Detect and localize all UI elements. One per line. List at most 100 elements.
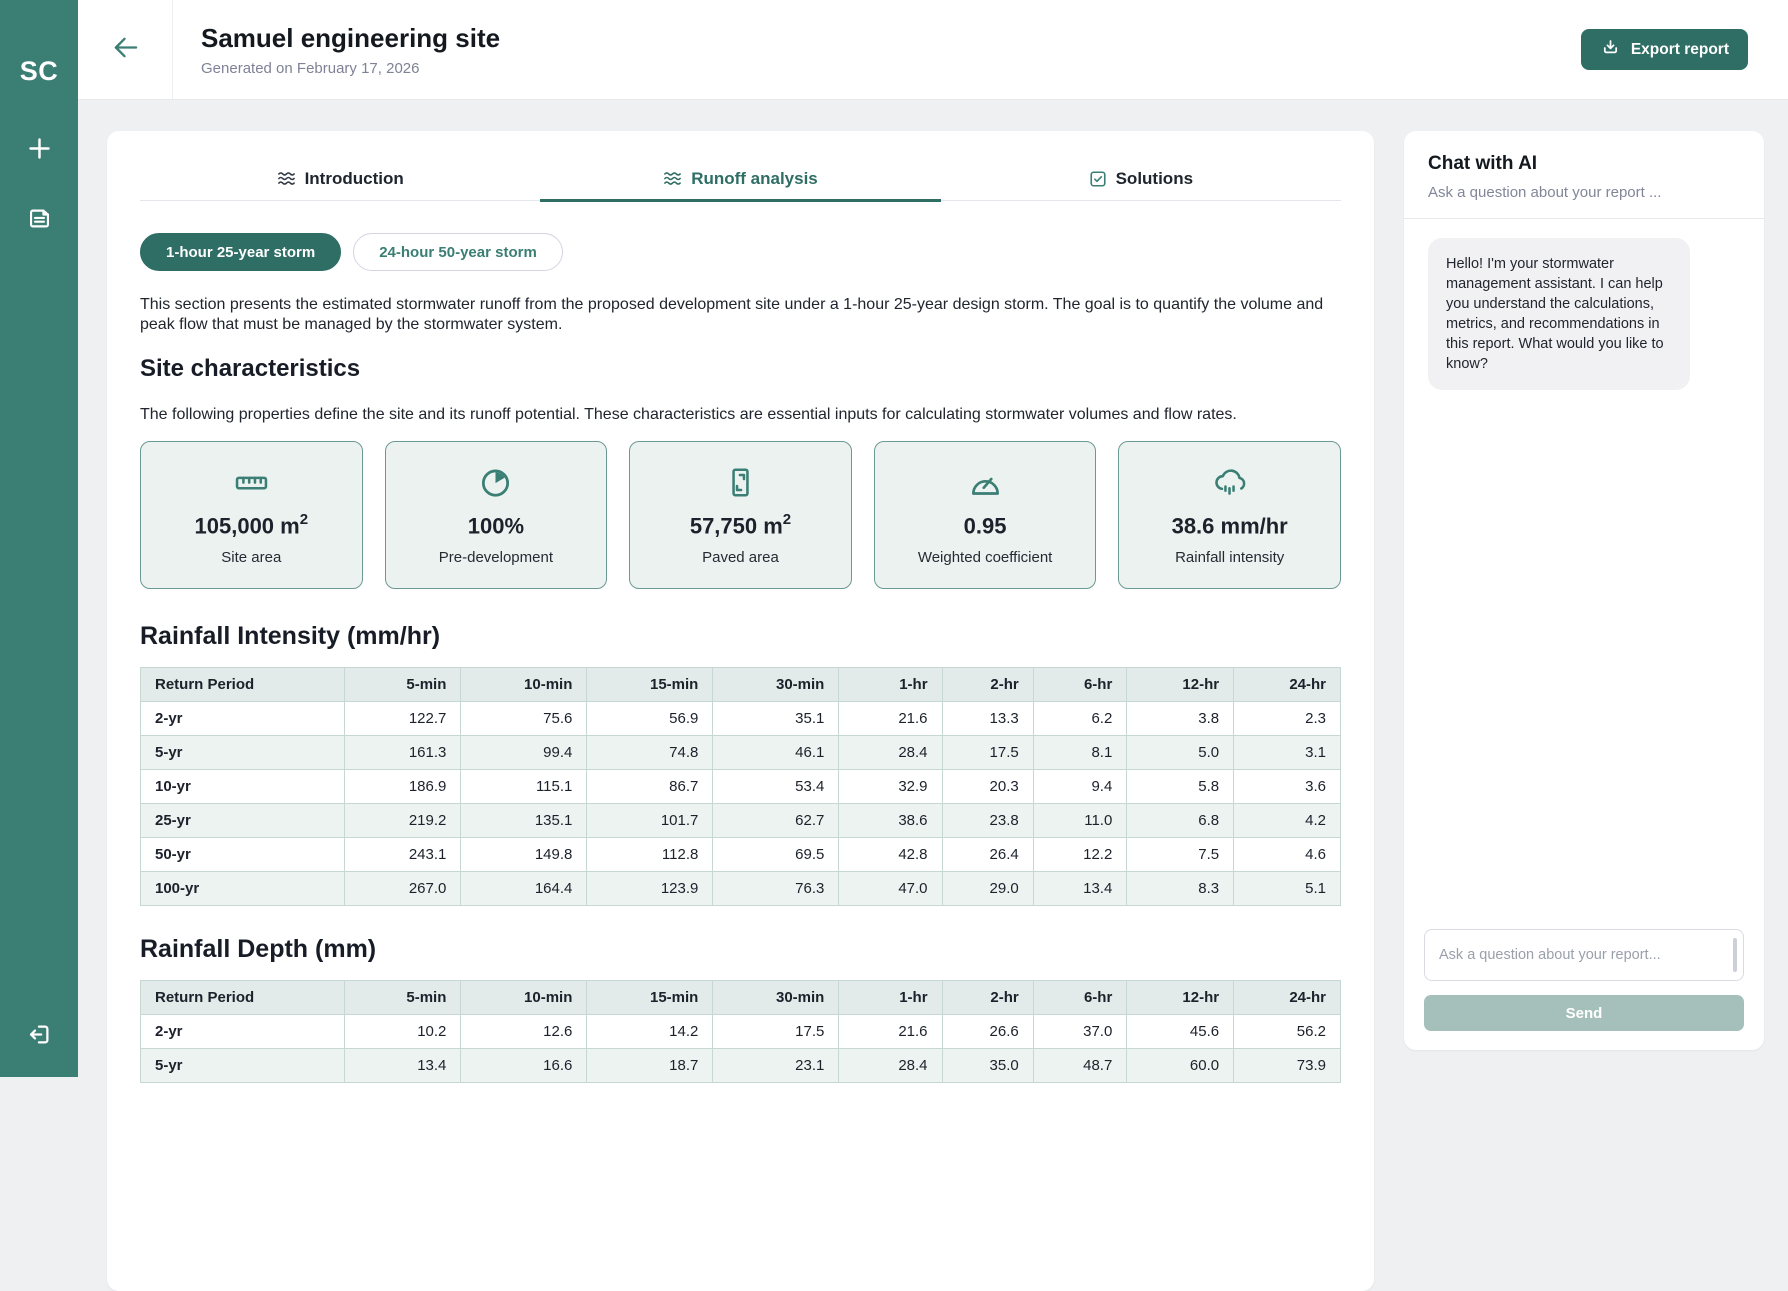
table-cell: 6.8	[1127, 804, 1234, 838]
table-cell: 23.1	[713, 1049, 839, 1083]
table-cell: 115.1	[461, 770, 587, 804]
table-cell: 5.0	[1127, 736, 1234, 770]
report-tabs: Introduction Runoff analysis Solutions	[140, 157, 1341, 201]
table-cell: 21.6	[839, 1015, 942, 1049]
metric-card-site-area: 105,000 m2 Site area	[140, 441, 363, 589]
table-cell: 219.2	[345, 804, 461, 838]
tab-solutions[interactable]: Solutions	[941, 157, 1341, 200]
table-cell: 35.0	[942, 1049, 1033, 1083]
table-cell: 3.1	[1234, 736, 1341, 770]
table-cell: 101.7	[587, 804, 713, 838]
table-cell: 11.0	[1033, 804, 1127, 838]
table-cell: 8.1	[1033, 736, 1127, 770]
table-cell: 135.1	[461, 804, 587, 838]
column-header: 24-hr	[1234, 668, 1341, 702]
column-header: 10-min	[461, 981, 587, 1015]
table-cell: 32.9	[839, 770, 942, 804]
table-cell: 9.4	[1033, 770, 1127, 804]
tab-introduction[interactable]: Introduction	[140, 157, 540, 200]
table-cell: 3.6	[1234, 770, 1341, 804]
table-row: 50-yr243.1149.8112.869.542.826.412.27.54…	[141, 838, 1341, 872]
reports-button[interactable]	[17, 199, 61, 243]
row-label: 50-yr	[141, 838, 345, 872]
column-header: 24-hr	[1234, 981, 1341, 1015]
table-cell: 267.0	[345, 872, 461, 906]
back-button[interactable]	[78, 0, 173, 99]
input-scrollbar[interactable]	[1733, 938, 1737, 972]
column-header: 5-min	[345, 668, 461, 702]
storm-selector: 1-hour 25-year storm 24-hour 50-year sto…	[140, 233, 1341, 271]
table-cell: 28.4	[839, 1049, 942, 1083]
column-header: 12-hr	[1127, 668, 1234, 702]
table-cell: 60.0	[1127, 1049, 1234, 1083]
export-report-button[interactable]: Export report	[1581, 29, 1748, 70]
rainfall-intensity-heading: Rainfall Intensity (mm/hr)	[140, 621, 1341, 651]
table-cell: 5.1	[1234, 872, 1341, 906]
column-header: 15-min	[587, 668, 713, 702]
arrow-left-icon	[110, 34, 141, 66]
table-cell: 10.2	[345, 1015, 461, 1049]
waves-icon	[277, 169, 296, 188]
table-row: 5-yr13.416.618.723.128.435.048.760.073.9	[141, 1049, 1341, 1083]
metric-value: 38.6 mm/hr	[1172, 512, 1288, 539]
table-cell: 6.2	[1033, 702, 1127, 736]
table-cell: 186.9	[345, 770, 461, 804]
table-cell: 56.9	[587, 702, 713, 736]
metric-value: 100%	[468, 512, 524, 539]
column-header: 6-hr	[1033, 668, 1127, 702]
rainfall-depth-table: Return Period5-min10-min15-min30-min1-hr…	[140, 980, 1341, 1083]
metric-label: Paved area	[702, 549, 779, 566]
send-button[interactable]: Send	[1424, 995, 1744, 1031]
table-cell: 7.5	[1127, 838, 1234, 872]
table-cell: 149.8	[461, 838, 587, 872]
new-report-button[interactable]	[17, 129, 61, 173]
table-cell: 37.0	[1033, 1015, 1127, 1049]
logout-button[interactable]	[17, 1015, 61, 1059]
report-panel: Introduction Runoff analysis Solutions 1…	[107, 131, 1374, 1291]
table-cell: 20.3	[942, 770, 1033, 804]
rainfall-depth-heading: Rainfall Depth (mm)	[140, 934, 1341, 964]
chat-input-area: Send	[1404, 929, 1764, 1050]
table-row: 100-yr267.0164.4123.976.347.029.013.48.3…	[141, 872, 1341, 906]
metric-label: Site area	[221, 549, 281, 566]
section-intro-text: This section presents the estimated stor…	[140, 295, 1330, 335]
table-cell: 13.4	[1033, 872, 1127, 906]
chat-header: Chat with AI Ask a question about your r…	[1404, 131, 1764, 219]
table-cell: 76.3	[713, 872, 839, 906]
table-cell: 13.4	[345, 1049, 461, 1083]
chat-question-input[interactable]	[1424, 929, 1744, 981]
metric-label: Pre-development	[439, 549, 553, 566]
check-square-icon	[1089, 170, 1107, 188]
table-cell: 161.3	[345, 736, 461, 770]
ruler-icon	[233, 464, 270, 502]
metric-label: Rainfall intensity	[1175, 549, 1284, 566]
metric-card-paved-area: 57,750 m2 Paved area	[629, 441, 852, 589]
table-cell: 12.6	[461, 1015, 587, 1049]
tab-label: Runoff analysis	[691, 169, 818, 189]
table-cell: 48.7	[1033, 1049, 1127, 1083]
column-header: 15-min	[587, 981, 713, 1015]
metric-card-weighted-coefficient: 0.95 Weighted coefficient	[874, 441, 1097, 589]
cloud-rain-icon	[1211, 464, 1248, 502]
column-header: 30-min	[713, 981, 839, 1015]
table-cell: 46.1	[713, 736, 839, 770]
table-cell: 18.7	[587, 1049, 713, 1083]
column-header: 30-min	[713, 668, 839, 702]
table-cell: 28.4	[839, 736, 942, 770]
page-subtitle: Generated on February 17, 2026	[201, 60, 500, 77]
table-cell: 123.9	[587, 872, 713, 906]
site-metric-cards: 105,000 m2 Site area 100% Pre-developmen…	[140, 441, 1341, 589]
metric-card-rainfall-intensity: 38.6 mm/hr Rainfall intensity	[1118, 441, 1341, 589]
row-label: 5-yr	[141, 1049, 345, 1083]
column-header: 2-hr	[942, 981, 1033, 1015]
tab-label: Solutions	[1116, 169, 1193, 189]
table-cell: 73.9	[1234, 1049, 1341, 1083]
table-cell: 2.3	[1234, 702, 1341, 736]
column-header: 10-min	[461, 668, 587, 702]
storm-button-24h-50yr[interactable]: 24-hour 50-year storm	[353, 233, 563, 271]
table-cell: 74.8	[587, 736, 713, 770]
table-row: 5-yr161.399.474.846.128.417.58.15.03.1	[141, 736, 1341, 770]
tab-runoff-analysis[interactable]: Runoff analysis	[540, 157, 940, 200]
storm-button-1h-25yr[interactable]: 1-hour 25-year storm	[140, 233, 341, 271]
column-header: 2-hr	[942, 668, 1033, 702]
